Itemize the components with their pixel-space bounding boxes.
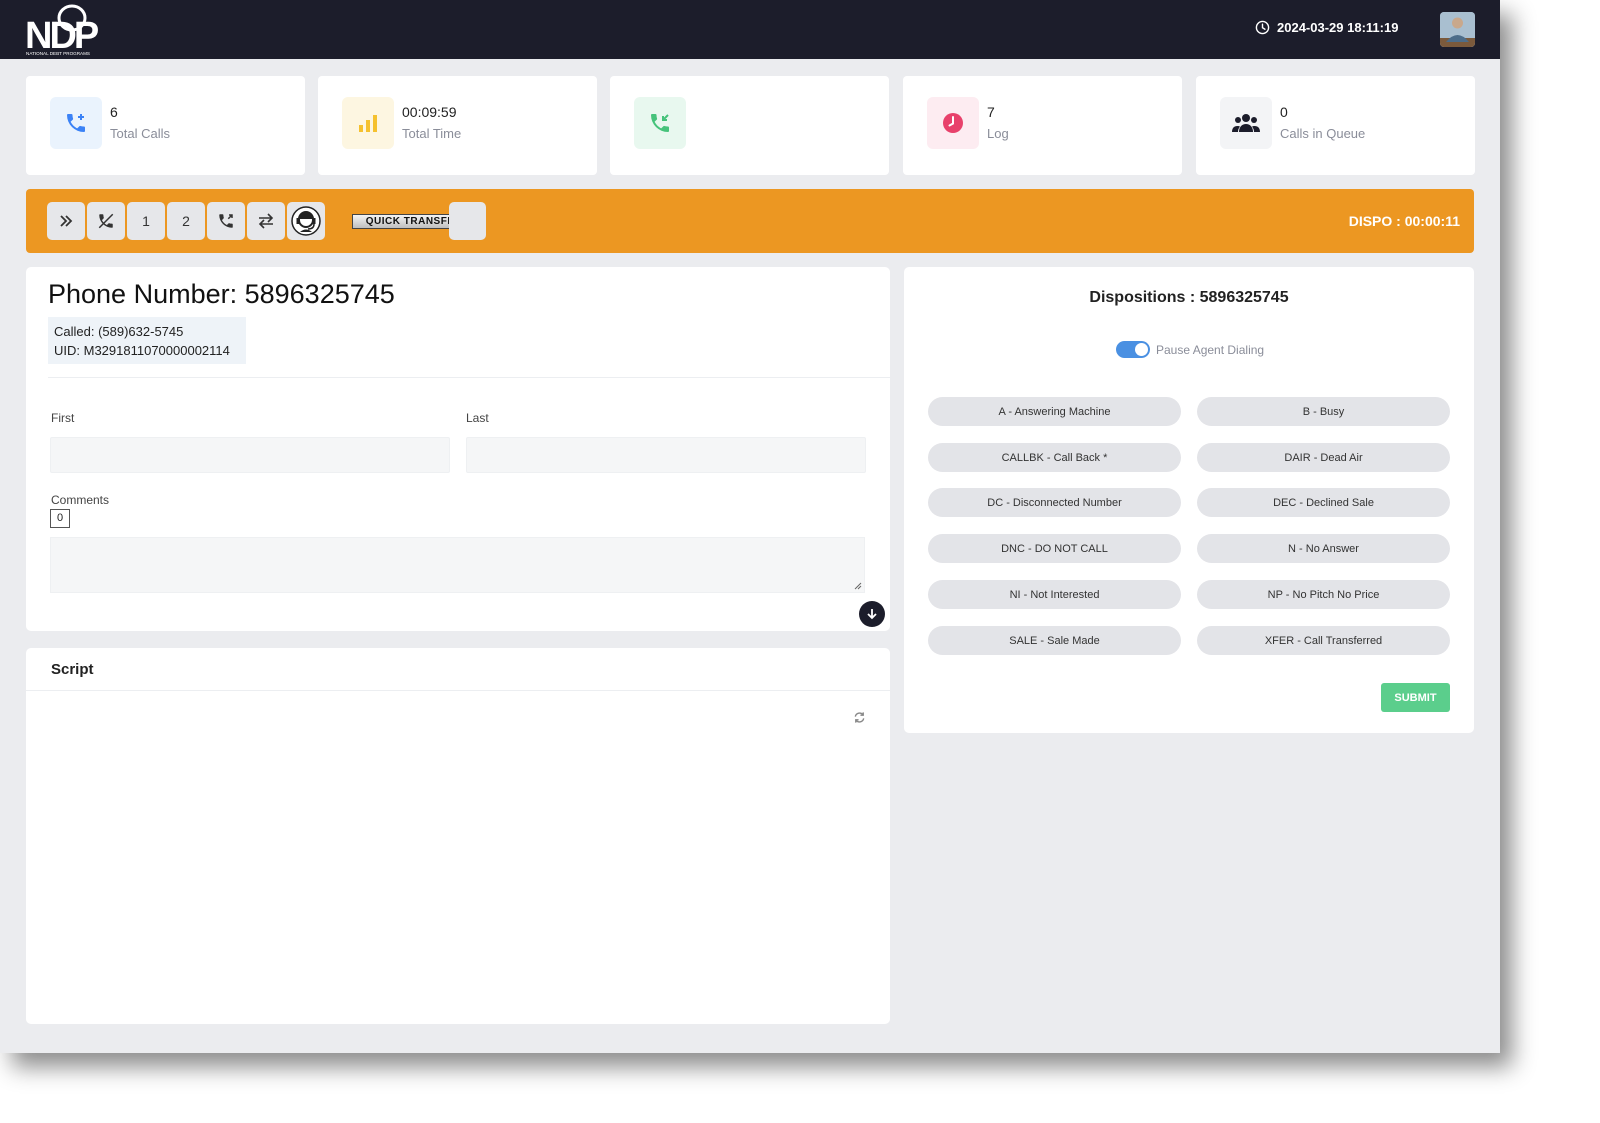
comments-textarea[interactable] <box>50 537 865 593</box>
headset-agent-icon <box>291 206 321 236</box>
calls-in-queue-value: 0 <box>1280 104 1288 120</box>
phone-incoming-icon <box>634 97 686 149</box>
dispo-busy-button[interactable]: B - Busy <box>1197 397 1450 426</box>
log-value: 7 <box>987 104 995 120</box>
divider <box>26 690 890 691</box>
toggle-knob <box>1135 343 1148 356</box>
stat-card-total-time: 00:09:59 Total Time <box>318 76 597 175</box>
line-2-button[interactable]: 2 <box>167 202 205 240</box>
forward-button[interactable] <box>47 202 85 240</box>
line-1-button[interactable]: 1 <box>127 202 165 240</box>
stat-card-incoming <box>610 76 889 175</box>
dispo-not-interested-button[interactable]: NI - Not Interested <box>928 580 1181 609</box>
dispo-do-not-call-button[interactable]: DNC - DO NOT CALL <box>928 534 1181 563</box>
call-outgoing-button[interactable] <box>207 202 245 240</box>
first-name-label: First <box>51 411 75 425</box>
top-bar: NDP NATIONAL DEBT PROGRAMS 2024-03-29 18… <box>0 0 1500 59</box>
dispo-declined-sale-button[interactable]: DEC - Declined Sale <box>1197 488 1450 517</box>
clock-icon <box>1255 20 1270 35</box>
dispositions-panel: Dispositions : 5896325745 Pause Agent Di… <box>904 267 1474 733</box>
called-number: Called: (589)632-5745 <box>54 324 184 339</box>
script-panel: Script <box>26 648 890 1024</box>
logo-text: NDP <box>25 15 99 56</box>
total-time-label: Total Time <box>402 126 462 141</box>
app-window: NDP NATIONAL DEBT PROGRAMS 2024-03-29 18… <box>0 0 1500 1053</box>
call-toolbar: 1 2 QUICK TRANSFER DISPO : 00:00:11 <box>26 189 1474 253</box>
log-label: Log <box>987 126 1009 141</box>
clock-icon <box>927 97 979 149</box>
stat-card-log: 7 Log <box>903 76 1182 175</box>
datetime-display: 2024-03-29 18:11:19 <box>1255 20 1398 35</box>
phone-plus-icon <box>50 97 102 149</box>
submit-button[interactable]: SUBMIT <box>1381 683 1450 712</box>
arrow-down-icon <box>867 609 877 620</box>
double-chevron-right-icon <box>60 215 73 227</box>
ndp-logo: NDP NATIONAL DEBT PROGRAMS <box>25 4 102 56</box>
phone-off-icon <box>98 213 114 229</box>
stat-card-total-calls: 6 Total Calls <box>26 76 305 175</box>
dispo-sale-made-button[interactable]: SALE - Sale Made <box>928 626 1181 655</box>
dispo-call-back-button[interactable]: CALLBK - Call Back * <box>928 443 1181 472</box>
dispo-no-answer-button[interactable]: N - No Answer <box>1197 534 1450 563</box>
call-uid: UID: M3291811070000002114 <box>54 343 230 358</box>
dispositions-title: Dispositions : 5896325745 <box>1089 289 1289 306</box>
user-photo-icon <box>1440 12 1475 47</box>
lead-panel: Phone Number: 5896325745 Called: (589)63… <box>26 267 890 631</box>
blank-toolbar-button[interactable] <box>449 202 486 240</box>
dispo-timer: DISPO : 00:00:11 <box>1348 213 1460 229</box>
transfer-button[interactable] <box>247 202 285 240</box>
comments-counter: 0 <box>50 509 70 528</box>
phone-outgoing-icon <box>219 214 233 228</box>
refresh-icon[interactable] <box>853 711 866 724</box>
pause-agent-dialing-row: Pause Agent Dialing <box>1116 341 1264 358</box>
phone-number-title: Phone Number: 5896325745 <box>48 279 395 309</box>
dispo-disconnected-number-button[interactable]: DC - Disconnected Number <box>928 488 1181 517</box>
calls-in-queue-label: Calls in Queue <box>1280 126 1366 141</box>
user-avatar[interactable] <box>1440 12 1475 47</box>
dispo-no-pitch-no-price-button[interactable]: NP - No Pitch No Price <box>1197 580 1450 609</box>
agent-button[interactable] <box>287 202 325 240</box>
dispo-dead-air-button[interactable]: DAIR - Dead Air <box>1197 443 1450 472</box>
users-icon <box>1220 97 1272 149</box>
swap-arrows-icon <box>258 213 274 229</box>
hangup-button[interactable] <box>87 202 125 240</box>
scroll-down-button[interactable] <box>859 601 885 627</box>
call-info-box: Called: (589)632-5745 UID: M329181107000… <box>48 317 246 364</box>
total-time-value: 00:09:59 <box>402 104 457 120</box>
dispo-call-transferred-button[interactable]: XFER - Call Transferred <box>1197 626 1450 655</box>
bar-chart-icon <box>342 97 394 149</box>
total-calls-label: Total Calls <box>110 126 170 141</box>
pause-agent-dialing-label: Pause Agent Dialing <box>1156 342 1265 357</box>
pause-agent-dialing-toggle[interactable] <box>1116 341 1150 358</box>
total-calls-value: 6 <box>110 104 118 120</box>
comments-label: Comments <box>51 493 110 507</box>
datetime-text: 2024-03-29 18:11:19 <box>1277 20 1399 35</box>
resize-handle-icon[interactable] <box>853 581 862 590</box>
last-name-input[interactable] <box>466 437 866 473</box>
logo-subtext: NATIONAL DEBT PROGRAMS <box>26 51 90 56</box>
last-name-label: Last <box>466 411 489 425</box>
script-title: Script <box>51 661 94 678</box>
first-name-input[interactable] <box>50 437 450 473</box>
dispo-answering-machine-button[interactable]: A - Answering Machine <box>928 397 1181 426</box>
stat-card-calls-in-queue: 0 Calls in Queue <box>1196 76 1475 175</box>
divider <box>48 377 890 378</box>
